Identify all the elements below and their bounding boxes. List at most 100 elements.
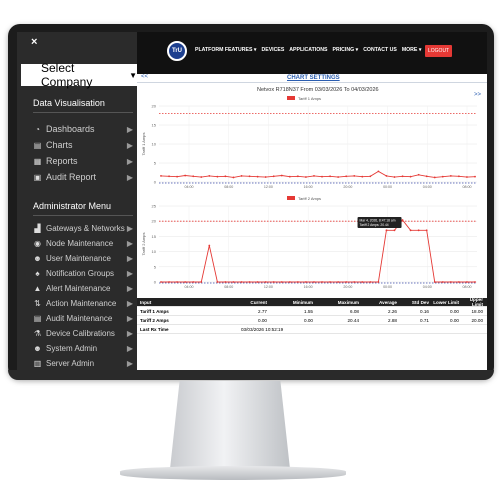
x-tick-label: 00:00 [383,285,392,289]
monitor-base [120,466,346,480]
table-cell: Current [250,299,267,305]
close-icon[interactable]: × [31,36,37,48]
data-point [417,173,420,176]
sidebar-item-label: Alert Maintenance [46,284,111,293]
brand-logo[interactable]: TrU [167,41,187,61]
tariff-2-chart[interactable]: Tariff 2 Amps Tariff 2 Amps 25 20 15 10 5 0 04:0… [137,196,487,296]
data-point [200,176,203,178]
sidebar-item-gateways-networks[interactable]: ▟ Gateways & Networks ▶ [17,221,137,236]
x-tick-label: 04:00 [423,285,432,289]
prev-link[interactable]: << [141,74,148,80]
data-point [466,281,468,283]
data-point [369,175,372,178]
table-cell: 18.00 [471,308,484,314]
data-point [280,281,283,283]
chart-settings-link[interactable]: CHART SETTINGS [287,75,340,81]
nav-item-pricing[interactable]: PRICING ▾ [333,47,359,53]
data-point [393,176,396,178]
action-icon: ⇅ [34,299,41,308]
sidebar-item-notification-groups[interactable]: ♠ Notification Groups ▶ [17,266,137,281]
sidebar-item-system-admin[interactable]: ☻ System Admin ▶ [17,341,137,356]
data-point [449,175,452,177]
tooltip-text: Tariff 2 Amps: 20.44 [360,223,389,227]
data-point [369,281,372,283]
data-point [425,229,428,232]
table-cell: 6.08 [350,308,359,314]
sidebar-item-reports[interactable]: ▦ Reports ▶ [17,153,137,169]
chevron-right-icon: ▶ [126,156,133,166]
chevron-right-icon: ▶ [126,172,133,182]
table-cell: Tariff 2 Amps [140,317,169,323]
y-tick-label: 10 [152,142,157,147]
sidebar-item-user-maintenance[interactable]: ☻ User Maintenance ▶ [17,251,137,266]
data-point [449,281,452,283]
data-point [377,170,380,173]
sidebar-item-charts[interactable]: ▤ Charts ▶ [17,137,137,153]
data-point [176,281,179,283]
table-cell: 20.44 [347,317,360,323]
series-line [160,170,476,178]
logout-button[interactable]: LOGOUT [425,45,453,57]
data-point [232,176,235,179]
data-point [192,281,195,283]
nav-item-contact-us[interactable]: CONTACT US [363,47,397,53]
sidebar-item-device-calibrations[interactable]: ⚗ Device Calibrations ▶ [17,326,137,341]
bell-icon: ♠ [35,269,40,278]
nav-item-more[interactable]: MORE ▾ [402,47,422,53]
x-tick-label: 16:00 [304,185,313,189]
data-point [457,175,460,178]
company-select[interactable]: Select Company ▼ [21,61,137,89]
data-point [321,281,323,283]
x-tick-label: 12:00 [264,185,273,189]
table-cell: Input [140,299,152,305]
data-point [417,229,420,232]
sidebar-item-dashboards[interactable]: ◔ Dashboards ▶ [17,121,137,137]
sidebar-item-server-admin[interactable]: ▥ Server Admin ▶ [17,356,137,370]
nav-menu: PLATFORM FEATURES ▾ DEVICES APPLICATIONS PR… [195,47,441,53]
table-cell: 03/03/2026 10:52:19 [241,326,284,332]
y-tick-label: 15 [152,234,157,239]
x-tick-label: 20:00 [343,285,352,289]
data-point [305,281,307,283]
data-point [168,281,170,283]
table-cell: 0.00 [450,317,459,323]
chevron-right-icon: ▶ [126,344,133,353]
tariff-1-chart[interactable]: Tariff 1 Amps Tariff 1 Amps 20 15 10 5 0 04:00 0… [137,96,487,196]
x-tick-label: 08:00 [463,185,472,189]
table-cell: Maximum [337,299,359,305]
sidebar-item-alert-maintenance[interactable]: ▲ Alert Maintenance ▶ [17,281,137,296]
tooltip-text: Mar 4, 2026, 8:47:18 am [360,218,396,222]
chevron-right-icon: ▶ [126,329,133,338]
table-row: Tariff 1 Amps 2.77 1.55 6.08 2.26 0.16 0.00 18.… [137,307,487,316]
sidebar-item-audit-report[interactable]: ▣ Audit Report ▶ [17,169,137,185]
sidebar-item-label: System Admin [46,344,98,353]
data-point [345,175,348,178]
x-tick-label: 04:00 [185,285,194,289]
data-point [409,229,412,232]
sidebar: × Select Company ▼ Data Visualisation ◔ D… [17,32,137,370]
desktop-monitor: × Select Company ▼ Data Visualisation ◔ D… [0,0,500,500]
x-tick-label: 12:00 [264,285,273,289]
sidebar-item-label: Audit Report [46,172,97,182]
data-point [337,176,340,178]
chevron-down-icon: ▼ [129,70,137,80]
nav-item-applications[interactable]: APPLICATIONS [289,47,327,53]
monitor-chin [8,370,494,380]
table-header: Input Current Minimum Maximum Average Std Dev… [137,297,487,307]
sidebar-item-audit-maintenance[interactable]: ▤ Audit Maintenance ▶ [17,311,137,326]
warning-icon: ▲ [33,284,42,293]
report-icon: ▦ [33,156,42,166]
nav-item-platform-features[interactable]: PLATFORM FEATURES ▾ [195,47,257,53]
x-tick-label: 04:00 [185,185,194,189]
nav-item-devices[interactable]: DEVICES [262,47,285,53]
flask-icon: ⚗ [33,329,42,338]
table-cell: 2.88 [388,317,397,323]
sidebar-item-node-maintenance[interactable]: ◉ Node Maintenance ▶ [17,236,137,251]
data-point [200,281,203,283]
series-line [161,219,475,283]
data-point [168,175,170,178]
table-row: Tariff 2 Amps 0.00 0.00 20.44 2.88 0.71 0.00 20… [137,316,487,325]
sidebar-item-action-maintenance[interactable]: ⇅ Action Maintenance ▶ [17,296,137,311]
data-point [441,175,444,178]
legend-swatch [287,196,295,200]
